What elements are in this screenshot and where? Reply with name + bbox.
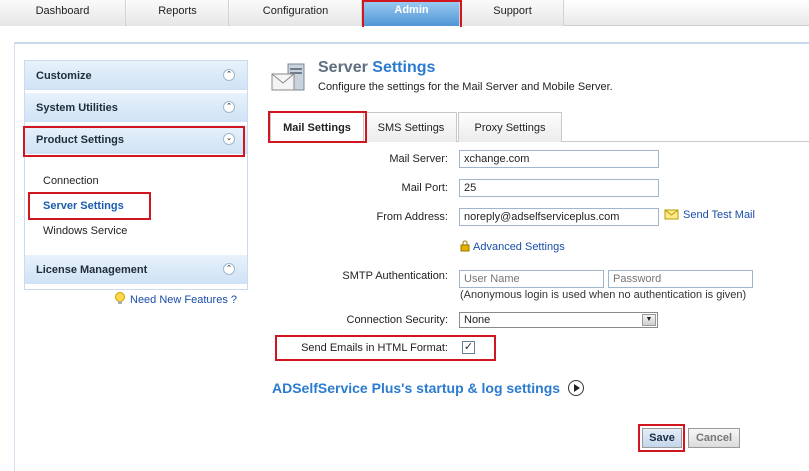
smtp-auth-label: SMTP Authentication:	[342, 270, 448, 282]
play-arrow-icon[interactable]	[568, 380, 585, 396]
page-subtitle: Configure the settings for the Mail Serv…	[318, 81, 613, 93]
cancel-button[interactable]: Cancel	[688, 428, 740, 448]
connection-security-select[interactable]: None ▼	[459, 312, 658, 328]
mail-port-input[interactable]: 25	[459, 179, 659, 197]
connection-security-label: Connection Security:	[346, 314, 449, 326]
lock-icon	[460, 240, 470, 252]
startup-log-settings-link[interactable]: ADSelfService Plus's startup & log setti…	[272, 380, 585, 396]
smtp-username-input[interactable]	[459, 270, 604, 288]
tab-support[interactable]: Support	[462, 0, 564, 26]
sidebar-section-product-settings[interactable]: Product Settings ⌄	[25, 125, 247, 155]
tab-configuration[interactable]: Configuration	[230, 0, 362, 26]
need-features-link[interactable]: Need New Features ?	[114, 292, 237, 306]
page-title-part2: Settings	[372, 59, 436, 76]
sidebar-section-label: License Management	[36, 264, 148, 276]
tab-reports[interactable]: Reports	[127, 0, 229, 26]
mail-server-label: Mail Server:	[389, 153, 448, 165]
anonymous-login-hint: (Anonymous login is used when no authent…	[460, 289, 747, 301]
sidebar-section-license-management[interactable]: License Management ⌃	[25, 255, 247, 285]
lightbulb-icon	[115, 292, 125, 304]
tab-proxy-settings[interactable]: Proxy Settings	[458, 112, 562, 142]
sidebar-section-customize[interactable]: Customize ⌃	[25, 61, 247, 91]
sidebar-section-label: Product Settings	[36, 134, 125, 146]
chevron-down-icon[interactable]: ⌄	[223, 133, 235, 145]
send-test-mail-link[interactable]: Send Test Mail	[664, 208, 755, 221]
chevron-up-icon[interactable]: ⌃	[223, 101, 235, 113]
send-test-mail-label: Send Test Mail	[683, 209, 755, 221]
tab-mail-settings[interactable]: Mail Settings	[270, 112, 364, 142]
tab-support-label: Support	[493, 5, 532, 17]
mail-server-input[interactable]: xchange.com	[459, 150, 659, 168]
from-address-input[interactable]: noreply@adselfserviceplus.com	[459, 208, 659, 226]
need-features-label: Need New Features ?	[130, 294, 237, 306]
settings-tabs: Mail Settings SMS Settings Proxy Setting…	[268, 112, 809, 142]
sidebar-item-server-settings[interactable]: Server Settings	[43, 200, 124, 212]
sidebar-section-label: System Utilities	[36, 102, 118, 114]
tab-sms-settings[interactable]: SMS Settings	[365, 112, 457, 142]
chevron-up-icon[interactable]: ⌃	[223, 263, 235, 275]
page-title-part1: Server	[318, 59, 368, 76]
mail-send-icon	[664, 209, 679, 220]
mail-server-icon	[271, 63, 305, 91]
sidebar-section-label: Customize	[36, 70, 92, 82]
tab-dashboard-label: Dashboard	[35, 5, 90, 17]
nav-spacer	[0, 27, 809, 39]
chevron-up-icon[interactable]: ⌃	[223, 69, 235, 81]
tab-configuration-label: Configuration	[262, 5, 329, 17]
sidebar-item-connection[interactable]: Connection	[43, 175, 99, 187]
tab-admin[interactable]: Admin	[364, 0, 460, 26]
html-format-checkbox[interactable]: ✓	[462, 341, 475, 354]
sidebar-section-system-utilities[interactable]: System Utilities ⌃	[25, 93, 247, 123]
tab-admin-label: Admin	[394, 4, 429, 16]
tab-reports-label: Reports	[158, 5, 197, 17]
top-nav: Dashboard Reports Configuration Admin Su…	[0, 0, 809, 26]
smtp-password-input[interactable]	[608, 270, 753, 288]
tab-dashboard[interactable]: Dashboard	[0, 0, 126, 26]
html-format-label: Send Emails in HTML Format:	[301, 342, 448, 354]
sidebar: Customize ⌃ System Utilities ⌃ Product S…	[24, 60, 248, 290]
page-title: Server Settings	[318, 59, 435, 77]
startup-log-settings-label: ADSelfService Plus's startup & log setti…	[272, 380, 561, 396]
connection-security-value: None	[464, 314, 491, 326]
from-address-label: From Address:	[376, 211, 448, 223]
sidebar-item-windows-service[interactable]: Windows Service	[43, 225, 127, 237]
dropdown-arrow-icon[interactable]: ▼	[642, 314, 656, 326]
advanced-settings-link[interactable]: Advanced Settings	[460, 240, 565, 253]
advanced-settings-label: Advanced Settings	[473, 241, 565, 253]
mail-port-label: Mail Port:	[401, 182, 448, 194]
save-button[interactable]: Save	[642, 428, 682, 448]
